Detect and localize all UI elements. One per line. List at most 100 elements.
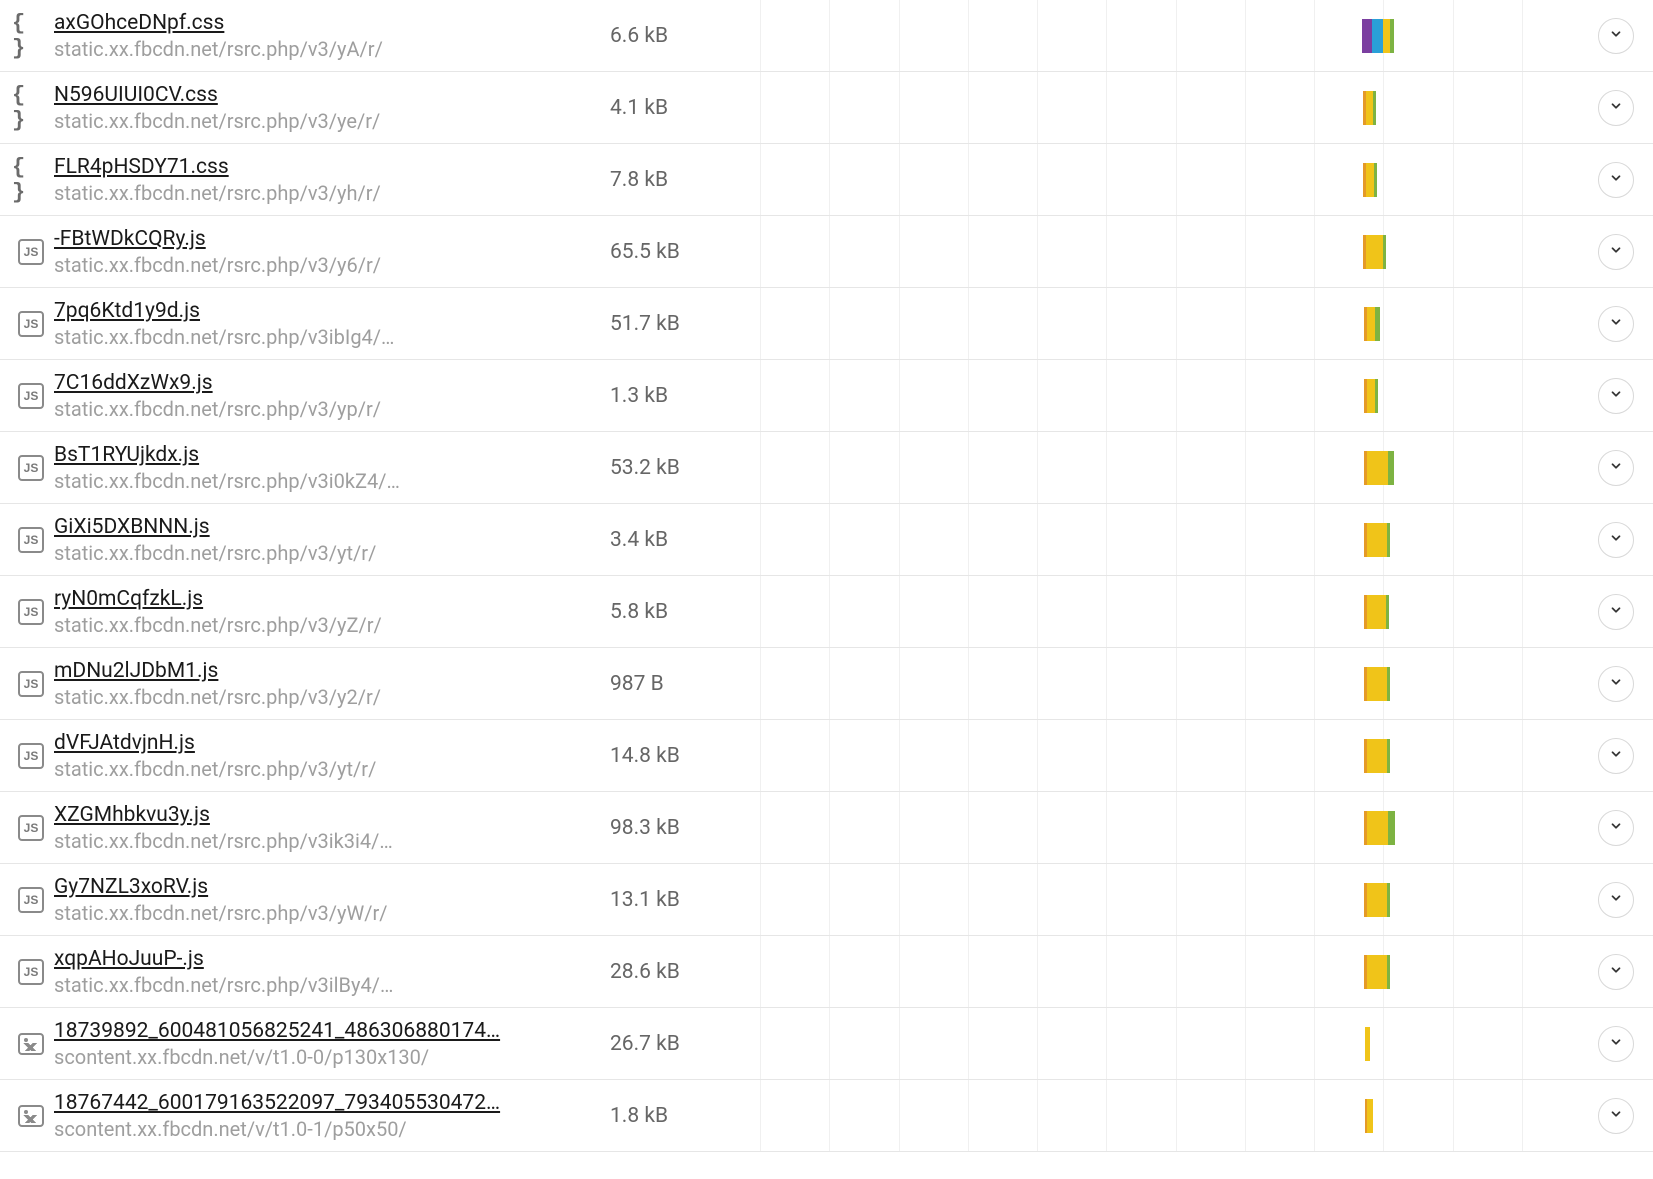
chevron-down-icon xyxy=(1609,963,1623,980)
file-name-link[interactable]: dVFJAtdvjnH.js xyxy=(54,731,610,755)
waterfall-cell xyxy=(760,936,1591,1007)
file-name-link[interactable]: FLR4pHSDY71.css xyxy=(54,155,610,179)
timing-bar[interactable] xyxy=(1364,739,1390,773)
timing-bar[interactable] xyxy=(1363,91,1376,125)
table-row[interactable]: JSxqpAHoJuuP-.jsstatic.xx.fbcdn.net/rsrc… xyxy=(0,936,1653,1008)
expand-button[interactable] xyxy=(1598,954,1634,990)
timing-bar[interactable] xyxy=(1362,19,1394,53)
table-row[interactable]: 18767442_600179163522097_793405530472…sc… xyxy=(0,1080,1653,1152)
network-request-table: { } axGOhceDNpf.css static.xx.fbcdn.net/rs… xyxy=(0,0,1653,1152)
table-row[interactable]: { }FLR4pHSDY71.cssstatic.xx.fbcdn.net/rs… xyxy=(0,144,1653,216)
expand-button[interactable] xyxy=(1598,522,1634,558)
timing-bar[interactable] xyxy=(1364,307,1380,341)
file-size: 3.4 kB xyxy=(610,528,760,552)
file-name-link[interactable]: ryN0mCqfzkL.js xyxy=(54,587,610,611)
expand-button[interactable] xyxy=(1598,738,1634,774)
js-icon: JS xyxy=(18,599,44,625)
timing-bar[interactable] xyxy=(1364,667,1390,701)
expand-button[interactable] xyxy=(1598,1026,1634,1062)
file-name-link[interactable]: xqpAHoJuuP-.js xyxy=(54,947,610,971)
file-size: 1.3 kB xyxy=(610,384,760,408)
table-row[interactable]: JSBsT1RYUjkdx.jsstatic.xx.fbcdn.net/rsrc… xyxy=(0,432,1653,504)
css-icon: { } xyxy=(12,155,50,205)
table-row[interactable]: 18739892_600481056825241_486306880174…sc… xyxy=(0,1008,1653,1080)
timing-bar[interactable] xyxy=(1364,811,1395,845)
file-name-link[interactable]: 7C16ddXzWx9.js xyxy=(54,371,610,395)
file-name-link[interactable]: Gy7NZL3xoRV.js xyxy=(54,875,610,899)
timing-bar[interactable] xyxy=(1364,379,1378,413)
expand-button[interactable] xyxy=(1598,450,1634,486)
expand-button[interactable] xyxy=(1598,1098,1634,1134)
timing-bar[interactable] xyxy=(1364,523,1390,557)
expand-button[interactable] xyxy=(1598,882,1634,918)
table-row[interactable]: JSdVFJAtdvjnH.jsstatic.xx.fbcdn.net/rsrc… xyxy=(0,720,1653,792)
table-row[interactable]: JSmDNu2lJDbM1.jsstatic.xx.fbcdn.net/rsrc… xyxy=(0,648,1653,720)
file-name-link[interactable]: 7pq6Ktd1y9d.js xyxy=(54,299,610,323)
timing-bar[interactable] xyxy=(1363,163,1377,197)
expand-cell xyxy=(1591,1026,1641,1062)
expand-button[interactable] xyxy=(1598,666,1634,702)
timing-bar[interactable] xyxy=(1364,883,1390,917)
timing-bar[interactable] xyxy=(1364,595,1389,629)
file-path: static.xx.fbcdn.net/rsrc.php/v3/yt/r/ xyxy=(54,757,610,781)
expand-button[interactable] xyxy=(1598,378,1634,414)
table-row[interactable]: { }N596UIUI0CV.cssstatic.xx.fbcdn.net/rs… xyxy=(0,72,1653,144)
file-name-cell: ryN0mCqfzkL.jsstatic.xx.fbcdn.net/rsrc.p… xyxy=(50,587,610,637)
timing-segment xyxy=(1373,91,1376,125)
timing-segment xyxy=(1386,595,1389,629)
file-size: 987 B xyxy=(610,672,760,696)
file-name-cell: 7pq6Ktd1y9d.jsstatic.xx.fbcdn.net/rsrc.p… xyxy=(50,299,610,349)
table-row[interactable]: { }axGOhceDNpf.cssstatic.xx.fbcdn.net/rs… xyxy=(0,0,1653,72)
file-name-link[interactable]: axGOhceDNpf.css xyxy=(54,11,610,35)
file-size: 53.2 kB xyxy=(610,456,760,480)
file-path: static.xx.fbcdn.net/rsrc.php/v3/yZ/r/ xyxy=(54,613,610,637)
file-name-link[interactable]: BsT1RYUjkdx.js xyxy=(54,443,610,467)
file-name-link[interactable]: -FBtWDkCQRy.js xyxy=(54,227,610,251)
chevron-down-icon xyxy=(1609,387,1623,404)
expand-button[interactable] xyxy=(1598,594,1634,630)
file-path: static.xx.fbcdn.net/rsrc.php/v3/yW/r/ xyxy=(54,901,610,925)
expand-button[interactable] xyxy=(1598,810,1634,846)
table-row[interactable]: JSryN0mCqfzkL.jsstatic.xx.fbcdn.net/rsrc… xyxy=(0,576,1653,648)
file-name-link[interactable]: GiXi5DXBNNN.js xyxy=(54,515,610,539)
timing-segment xyxy=(1387,955,1390,989)
expand-button[interactable] xyxy=(1598,162,1634,198)
file-name-cell: FLR4pHSDY71.cssstatic.xx.fbcdn.net/rsrc.… xyxy=(50,155,610,205)
table-row[interactable]: JS-FBtWDkCQRy.jsstatic.xx.fbcdn.net/rsrc… xyxy=(0,216,1653,288)
file-size: 14.8 kB xyxy=(610,744,760,768)
expand-button[interactable] xyxy=(1598,306,1634,342)
file-name-link[interactable]: N596UIUI0CV.css xyxy=(54,83,610,107)
file-name-cell: XZGMhbkvu3y.jsstatic.xx.fbcdn.net/rsrc.p… xyxy=(50,803,610,853)
file-path: static.xx.fbcdn.net/rsrc.php/v3ik3i4/… xyxy=(54,829,610,853)
image-icon xyxy=(18,1033,44,1055)
timing-bar[interactable] xyxy=(1364,955,1390,989)
file-name-link[interactable]: 18767442_600179163522097_793405530472… xyxy=(54,1091,610,1115)
file-name-cell: xqpAHoJuuP-.jsstatic.xx.fbcdn.net/rsrc.p… xyxy=(50,947,610,997)
expand-button[interactable] xyxy=(1598,234,1634,270)
timing-segment xyxy=(1366,91,1373,125)
timing-bar[interactable] xyxy=(1365,1099,1373,1133)
timing-bar[interactable] xyxy=(1363,235,1386,269)
table-row[interactable]: JS7pq6Ktd1y9d.jsstatic.xx.fbcdn.net/rsrc… xyxy=(0,288,1653,360)
timing-segment xyxy=(1367,739,1386,773)
timing-segment xyxy=(1375,307,1380,341)
file-type-icon-cell: JS xyxy=(12,671,50,697)
css-icon: { } xyxy=(12,83,50,133)
file-name-link[interactable]: 18739892_600481056825241_486306880174… xyxy=(54,1019,610,1043)
table-row[interactable]: JSGy7NZL3xoRV.jsstatic.xx.fbcdn.net/rsrc… xyxy=(0,864,1653,936)
file-name-link[interactable]: XZGMhbkvu3y.js xyxy=(54,803,610,827)
expand-button[interactable] xyxy=(1598,90,1634,126)
timing-bar[interactable] xyxy=(1365,1027,1370,1061)
timing-bar[interactable] xyxy=(1364,451,1394,485)
file-type-icon-cell: JS xyxy=(12,239,50,265)
waterfall-cell xyxy=(760,1080,1591,1151)
table-row[interactable]: JSXZGMhbkvu3y.jsstatic.xx.fbcdn.net/rsrc… xyxy=(0,792,1653,864)
waterfall-cell xyxy=(760,720,1591,791)
expand-button[interactable] xyxy=(1598,18,1634,54)
file-type-icon-cell xyxy=(12,1033,50,1055)
timing-segment xyxy=(1367,307,1375,341)
table-row[interactable]: JSGiXi5DXBNNN.jsstatic.xx.fbcdn.net/rsrc… xyxy=(0,504,1653,576)
table-row[interactable]: JS7C16ddXzWx9.jsstatic.xx.fbcdn.net/rsrc… xyxy=(0,360,1653,432)
expand-cell xyxy=(1591,234,1641,270)
file-name-link[interactable]: mDNu2lJDbM1.js xyxy=(54,659,610,683)
